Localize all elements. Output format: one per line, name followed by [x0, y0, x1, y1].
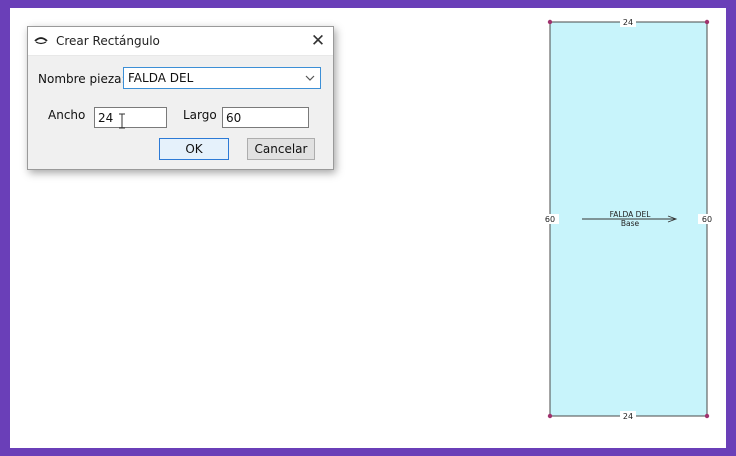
vertex-bottom-left — [547, 413, 553, 419]
dim-left: 60 — [545, 215, 555, 224]
close-button[interactable]: ✕ — [303, 28, 333, 54]
crear-rectangulo-dialog: Crear Rectángulo ✕ Nombre pieza: FALDA D… — [27, 26, 334, 170]
piece-name-label-text: Nombre pieza: — [38, 72, 126, 86]
piece-name-value: FALDA DEL — [128, 71, 194, 85]
ok-button[interactable]: OK — [159, 138, 229, 160]
piece-size-label: Base — [621, 219, 640, 228]
dim-top: 24 — [623, 18, 633, 27]
eye-icon — [34, 37, 48, 45]
length-label: Largo — [183, 108, 217, 122]
chevron-down-icon[interactable] — [305, 72, 315, 84]
dialog-title: Crear Rectángulo — [56, 34, 160, 48]
cancel-button[interactable]: Cancelar — [247, 138, 315, 160]
piece-name-combobox[interactable]: FALDA DEL — [123, 67, 321, 89]
ibeam-cursor-icon — [119, 113, 125, 129]
width-field[interactable]: 24 — [94, 107, 167, 128]
vertex-bottom-right — [704, 413, 710, 419]
width-value: 24 — [98, 111, 114, 125]
width-label: Ancho — [48, 108, 86, 122]
piece-name-label: FALDA DEL — [610, 210, 652, 219]
dim-right: 60 — [702, 215, 712, 224]
dim-bottom: 24 — [623, 412, 633, 421]
vertex-top-right — [704, 19, 710, 25]
dialog-titlebar[interactable]: Crear Rectángulo ✕ — [28, 27, 333, 56]
vertex-top-left — [547, 19, 553, 25]
length-field[interactable]: 60 — [222, 107, 309, 128]
length-value: 60 — [226, 111, 242, 125]
